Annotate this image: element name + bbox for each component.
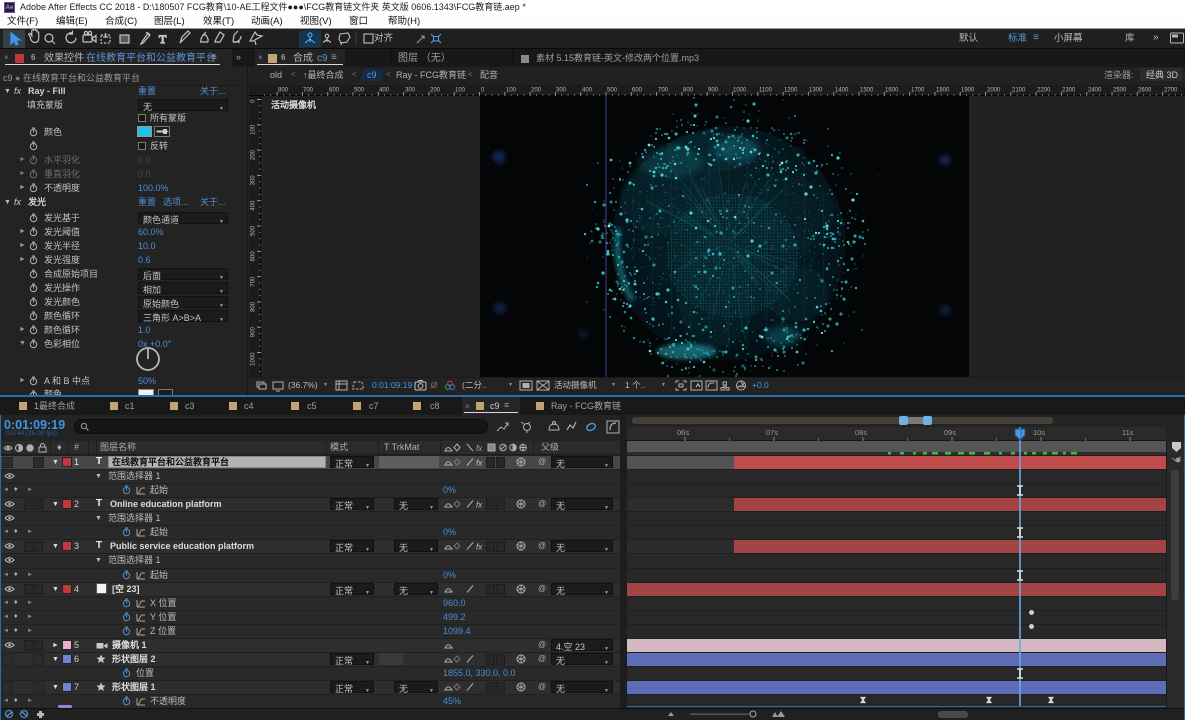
- svg-text:10s: 10s: [1033, 428, 1045, 437]
- svg-text:800: 800: [251, 301, 257, 312]
- svg-text:700: 700: [303, 88, 314, 94]
- svg-text:fx: fx: [476, 501, 483, 510]
- svg-text:200: 200: [531, 88, 542, 94]
- svg-text:fx: fx: [476, 444, 483, 453]
- svg-text:1600: 1600: [885, 88, 899, 94]
- svg-text:T: T: [159, 32, 167, 46]
- svg-text:100: 100: [455, 88, 466, 94]
- svg-text:700: 700: [251, 276, 257, 287]
- svg-text:2100: 2100: [1012, 88, 1026, 94]
- svg-text:800: 800: [683, 88, 694, 94]
- svg-text:600: 600: [251, 251, 257, 262]
- svg-text:1800: 1800: [936, 88, 950, 94]
- svg-text:700: 700: [658, 88, 669, 94]
- svg-text:0: 0: [251, 99, 257, 103]
- svg-text:1500: 1500: [860, 88, 874, 94]
- svg-text:2600: 2600: [1138, 88, 1152, 94]
- svg-text:0: 0: [481, 88, 485, 94]
- svg-text:2300: 2300: [1062, 88, 1076, 94]
- svg-text:2000: 2000: [987, 88, 1001, 94]
- svg-text:fx: fx: [476, 459, 483, 468]
- svg-text:300: 300: [251, 175, 257, 186]
- svg-text:09s: 09s: [944, 428, 956, 437]
- svg-text:600: 600: [632, 88, 643, 94]
- svg-text:600: 600: [329, 88, 340, 94]
- svg-text:1900: 1900: [961, 88, 975, 94]
- svg-text:400: 400: [582, 88, 593, 94]
- svg-text:100: 100: [506, 88, 517, 94]
- svg-text:07s: 07s: [766, 428, 778, 437]
- svg-text:400: 400: [251, 200, 257, 211]
- svg-text:2700: 2700: [1164, 88, 1178, 94]
- svg-text:100: 100: [251, 124, 257, 135]
- svg-text:1000: 1000: [251, 352, 257, 366]
- svg-text:400: 400: [379, 88, 390, 94]
- svg-text:900: 900: [708, 88, 719, 94]
- svg-text:200: 200: [430, 88, 441, 94]
- svg-text:08s: 08s: [855, 428, 867, 437]
- svg-text:2400: 2400: [1088, 88, 1102, 94]
- svg-text:1200: 1200: [784, 88, 798, 94]
- svg-text:11s: 11s: [1122, 428, 1134, 437]
- svg-text:300: 300: [405, 88, 416, 94]
- svg-text:1000: 1000: [733, 88, 747, 94]
- svg-text:200: 200: [251, 149, 257, 160]
- svg-text:fx: fx: [476, 543, 483, 552]
- svg-text:1300: 1300: [809, 88, 823, 94]
- svg-text:500: 500: [251, 225, 257, 236]
- svg-text:300: 300: [556, 88, 567, 94]
- svg-text:2500: 2500: [1113, 88, 1127, 94]
- svg-text:1400: 1400: [835, 88, 849, 94]
- svg-text:06s: 06s: [677, 428, 689, 437]
- svg-text:500: 500: [607, 88, 618, 94]
- svg-text:2200: 2200: [1037, 88, 1051, 94]
- svg-text:500: 500: [354, 88, 365, 94]
- svg-text:1700: 1700: [911, 88, 925, 94]
- svg-text:1100: 1100: [759, 88, 773, 94]
- svg-text:800: 800: [278, 88, 289, 94]
- svg-text:900: 900: [251, 327, 257, 338]
